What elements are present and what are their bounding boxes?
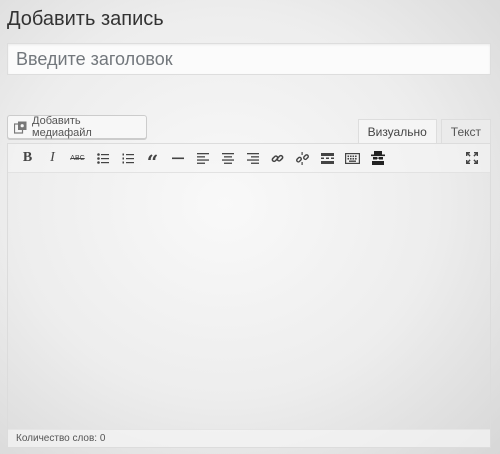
add-media-label: Добавить медиафайл	[32, 115, 92, 139]
unlink-button[interactable]	[290, 146, 315, 170]
italic-button[interactable]: I	[40, 146, 65, 170]
editor-tabs: Визуально Текст	[357, 119, 491, 143]
strikethrough-icon: ABC	[70, 154, 85, 162]
link-icon	[271, 152, 284, 165]
toolbar-toggle-icon	[345, 152, 360, 164]
horizontal-rule-icon	[171, 157, 184, 160]
read-more-icon	[321, 152, 334, 164]
toolbar-toggle-button[interactable]	[340, 146, 365, 170]
post-title-input[interactable]	[7, 43, 491, 75]
bullet-list-icon	[96, 152, 109, 164]
numbered-list-icon	[122, 153, 134, 164]
editor-content-area[interactable]	[8, 173, 490, 431]
align-center-icon	[221, 152, 234, 164]
align-center-button[interactable]	[215, 146, 240, 170]
bold-button[interactable]: B	[15, 146, 40, 170]
bullet-list-button[interactable]	[90, 146, 115, 170]
add-media-button[interactable]: Добавить медиафайл	[7, 115, 147, 139]
align-right-button[interactable]	[240, 146, 265, 170]
tab-text[interactable]: Текст	[440, 119, 491, 143]
word-count: Количество слов: 0	[16, 433, 106, 444]
blockquote-button[interactable]: “	[140, 146, 165, 174]
strikethrough-button[interactable]: ABC	[65, 146, 90, 170]
numbered-list-button[interactable]	[115, 146, 140, 170]
media-icon	[13, 121, 27, 134]
editor-status-bar: Количество слов: 0	[8, 429, 490, 447]
link-button[interactable]	[265, 146, 290, 170]
align-right-icon	[246, 152, 259, 164]
editor: B I ABC “ Количество слов: 0	[7, 143, 491, 448]
unlink-icon	[296, 151, 309, 165]
italic-icon: I	[50, 150, 55, 165]
align-left-icon	[196, 152, 209, 164]
align-left-button[interactable]	[190, 146, 215, 170]
fullscreen-icon	[465, 152, 478, 164]
incognito-button[interactable]	[365, 146, 390, 170]
horizontal-rule-button[interactable]	[165, 146, 190, 170]
fullscreen-button[interactable]	[459, 146, 484, 170]
blockquote-icon: “	[146, 149, 159, 174]
tab-visual[interactable]: Визуально	[357, 119, 437, 143]
page-title: Добавить запись	[7, 8, 164, 30]
bold-icon: B	[22, 150, 33, 165]
incognito-icon	[370, 151, 386, 165]
read-more-button[interactable]	[315, 146, 340, 170]
editor-toolbar: B I ABC “	[8, 144, 490, 173]
